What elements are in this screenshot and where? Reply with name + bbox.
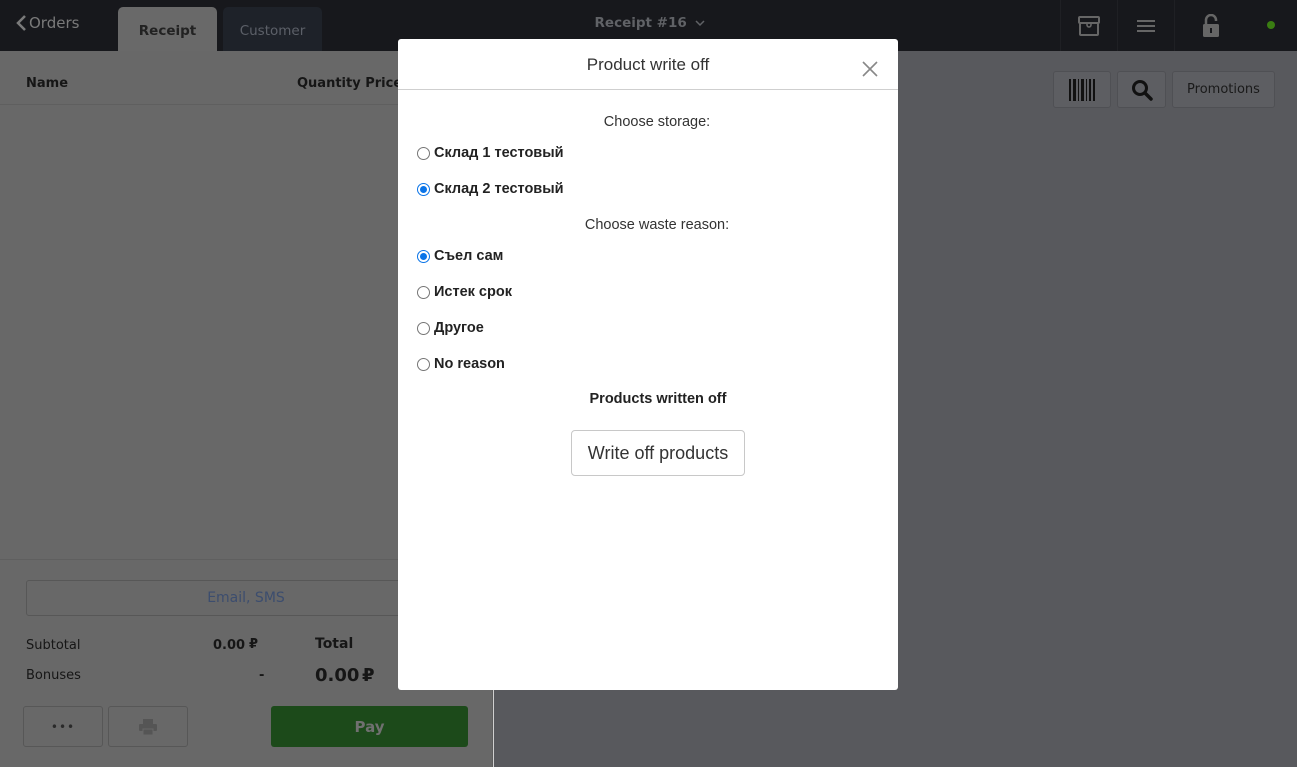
choose-waste-reason-label: Choose waste reason:	[584, 217, 730, 233]
barcode-icon	[1069, 78, 1095, 101]
menu-button[interactable]	[1117, 0, 1174, 51]
radio-reason-1[interactable]	[417, 249, 430, 263]
column-name: Name	[26, 76, 69, 91]
online-status-dot	[1267, 21, 1275, 29]
write-off-products-button[interactable]: Write off products	[571, 430, 745, 476]
pay-button[interactable]: Pay	[271, 706, 468, 747]
promotions-button[interactable]: Promotions	[1172, 71, 1275, 108]
print-button[interactable]	[108, 706, 188, 747]
close-icon[interactable]	[860, 59, 880, 79]
reason-option-1[interactable]: Съел сам	[417, 248, 503, 264]
reason-option-2[interactable]: Истек срок	[417, 284, 512, 300]
printer-icon	[139, 718, 157, 735]
radio-reason-3[interactable]	[417, 321, 430, 335]
modal-title: Product write off	[586, 55, 710, 74]
reason-option-label: Истек срок	[434, 284, 512, 300]
total-currency: ₽	[362, 665, 375, 686]
chevron-left-icon	[16, 15, 26, 31]
back-to-orders-button[interactable]: Orders	[16, 14, 79, 32]
total-value: 0.00	[315, 665, 360, 686]
receipt-title: Receipt #16	[594, 15, 687, 31]
reason-option-label: Другое	[434, 320, 484, 336]
bonuses-value: -	[259, 668, 265, 683]
unlock-icon	[1203, 13, 1219, 37]
column-quantity-price: Quantity Price	[297, 76, 403, 91]
reason-option-label: No reason	[434, 356, 505, 372]
barcode-button[interactable]	[1053, 71, 1111, 108]
search-button[interactable]	[1117, 71, 1166, 108]
products-written-off-heading: Products written off	[589, 391, 727, 407]
subtotal-currency: ₽	[249, 637, 259, 652]
storage-option-2[interactable]: Склад 2 тестовый	[417, 181, 564, 197]
menu-icon	[1137, 19, 1155, 32]
subtotal-label: Subtotal	[26, 638, 81, 653]
product-write-off-modal: Product write off Choose storage: Склад …	[398, 39, 898, 690]
tab-customer[interactable]: Customer	[223, 7, 322, 51]
storage-option-1[interactable]: Склад 1 тестовый	[417, 145, 564, 161]
archive-box-icon	[1078, 15, 1100, 36]
radio-reason-4[interactable]	[417, 357, 430, 371]
search-icon	[1131, 79, 1153, 101]
receipt-selector[interactable]: Receipt #16	[560, 15, 740, 31]
subtotal-value: 0.00	[213, 638, 246, 653]
chevron-down-icon	[695, 20, 706, 27]
reason-option-3[interactable]: Другое	[417, 320, 484, 336]
reason-option-label: Съел сам	[434, 248, 504, 264]
bonuses-label: Bonuses	[26, 668, 81, 683]
tab-receipt[interactable]: Receipt	[118, 7, 217, 51]
lock-button[interactable]	[1174, 0, 1247, 51]
reason-option-4[interactable]: No reason	[417, 356, 505, 372]
radio-storage-1[interactable]	[417, 146, 430, 160]
total-label: Total	[315, 636, 354, 652]
radio-reason-2[interactable]	[417, 285, 430, 299]
more-dots-icon: •••	[50, 719, 76, 734]
choose-storage-label: Choose storage:	[603, 114, 711, 130]
back-label: Orders	[29, 14, 80, 32]
modal-divider	[398, 89, 898, 90]
storage-option-label: Склад 1 тестовый	[434, 145, 564, 161]
archive-button[interactable]	[1060, 0, 1117, 51]
storage-option-label: Склад 2 тестовый	[434, 181, 564, 197]
more-button[interactable]: •••	[23, 706, 103, 747]
radio-storage-2[interactable]	[417, 182, 430, 196]
